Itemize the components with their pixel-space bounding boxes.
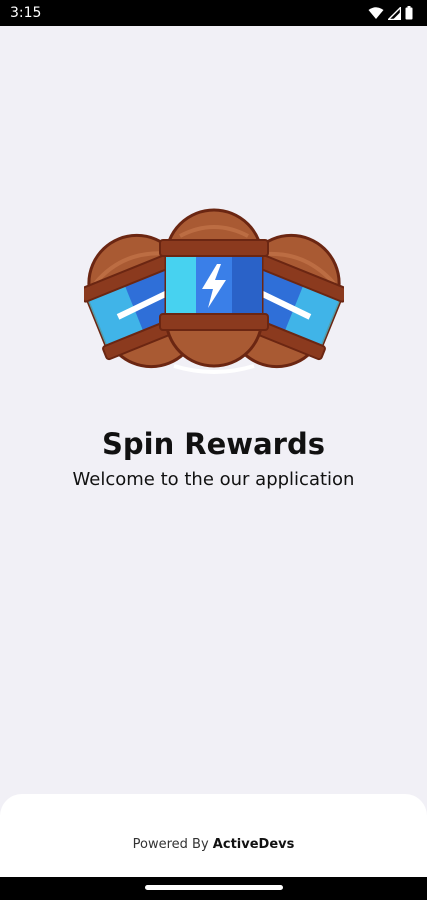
status-time: 3:15 — [10, 5, 42, 21]
powered-by-text: Powered By ActiveDevs — [0, 836, 427, 854]
center-bag — [159, 208, 269, 374]
app-title: Spin Rewards — [101, 427, 325, 461]
battery-icon — [405, 6, 413, 20]
status-icons — [368, 5, 413, 21]
home-indicator[interactable] — [145, 885, 283, 890]
powered-by-prefix: Powered By — [132, 837, 209, 852]
powered-by-brand: ActiveDevs — [212, 837, 295, 852]
welcome-subtitle: Welcome to the our application — [72, 469, 355, 490]
navigation-bar — [0, 877, 427, 900]
footer-card: Powered By ActiveDevs — [0, 794, 427, 877]
status-bar: 3:15 — [0, 0, 427, 26]
wifi-icon — [368, 6, 384, 20]
cellular-signal-icon — [388, 6, 401, 20]
app-logo — [84, 206, 344, 398]
